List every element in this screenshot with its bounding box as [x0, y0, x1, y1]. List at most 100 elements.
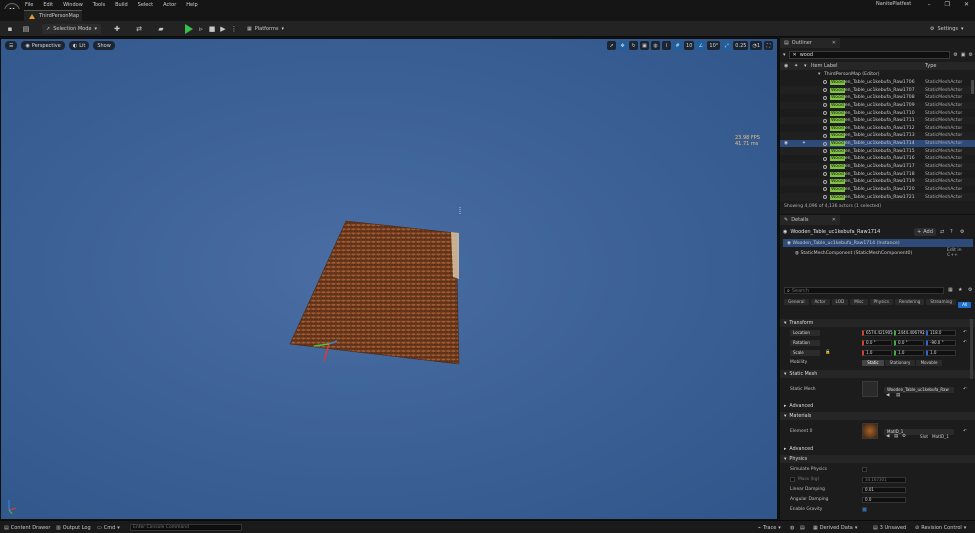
perspective-button[interactable]: ◉ Perspective	[21, 41, 65, 50]
section-transform[interactable]: ▾ Transform	[780, 319, 975, 327]
save-icon[interactable]: ▪	[6, 25, 14, 33]
outliner-row[interactable]: Wooden_Table_uc1kebufa_Raw1708 StaticMesh…	[780, 94, 975, 102]
close-tab-icon[interactable]: ✕	[832, 217, 836, 223]
rotation-x-input[interactable]: 0.0 °	[862, 339, 892, 346]
reset-icon[interactable]: ↶	[963, 387, 967, 392]
add-folder-icon[interactable]: ▣	[961, 52, 966, 58]
outliner-row[interactable]: Wooden_Table_uc1kebufa_Raw1709 StaticMesh…	[780, 101, 975, 110]
maximize-viewport-icon[interactable]: ⛶	[764, 41, 773, 50]
add-component-button[interactable]: + Add	[914, 228, 936, 236]
console-command-input[interactable]: Enter Console Command	[130, 524, 242, 531]
scale-z-input[interactable]: 1.0	[926, 349, 956, 356]
menu-edit[interactable]: Edit	[43, 2, 53, 8]
tab-details[interactable]: ✎ Details ✕	[780, 215, 840, 225]
cmd-dropdown[interactable]: ▭ Cmd ▾	[97, 523, 120, 532]
filter-actor[interactable]: Actor	[810, 299, 830, 305]
col-item-label[interactable]: Item Label	[811, 63, 837, 69]
options-icon[interactable]: ⚙	[960, 229, 964, 235]
scale-tool-icon[interactable]: ▣	[640, 41, 650, 50]
content-browser-icon[interactable]: ▤	[22, 25, 30, 33]
filter-physics[interactable]: Physics	[869, 299, 894, 305]
angle-snap-value[interactable]: 10°	[707, 41, 721, 50]
material-options-icon[interactable]: ⚙	[902, 434, 906, 439]
rotation-dropdown[interactable]: Rotation	[790, 339, 820, 346]
scale-snap-toggle[interactable]: ⤢	[722, 41, 732, 50]
star-icon[interactable]: ★	[958, 287, 962, 293]
static-mesh-dropdown[interactable]: Wooden_Table_uc1kebufa_Raw	[884, 386, 954, 393]
mass-override-checkbox[interactable]	[790, 477, 795, 482]
details-search-input[interactable]: ⌕ Search	[784, 287, 944, 294]
move-tool-icon[interactable]: ✥	[618, 41, 628, 50]
sort-icon[interactable]: ▾	[804, 63, 807, 69]
lit-button[interactable]: ◐ Lit	[68, 41, 90, 50]
gravity-checkbox[interactable]	[862, 507, 867, 512]
angular-damping-input[interactable]: 0.0	[862, 496, 906, 503]
table-grid[interactable]	[289, 220, 460, 365]
filter-lod[interactable]: LOD	[831, 299, 849, 305]
location-dropdown[interactable]: Location	[790, 329, 820, 336]
tab-outliner[interactable]: ▤ Outliner ✕	[780, 38, 840, 48]
menu-help[interactable]: Help	[186, 2, 197, 8]
outliner-row[interactable]: Wooden_Table_uc1kebufa_Raw1713 StaticMesh…	[780, 132, 975, 140]
visibility-col-icon[interactable]: ◉	[784, 63, 788, 69]
world-space-icon[interactable]: ◍	[651, 41, 661, 50]
location-x-input[interactable]: 6574.421905	[862, 329, 893, 336]
filter-rendering[interactable]: Rendering	[895, 299, 925, 305]
rotation-y-input[interactable]: 0.0 °	[894, 339, 924, 346]
level-viewport[interactable]: ☰ ◉ Perspective ◐ Lit Show ➚ ✥ ↻ ▣ ◍ ⌇ #…	[0, 38, 778, 520]
component-mesh-row[interactable]: ◍ StaticMeshComponent (StaticMeshCompone…	[783, 248, 973, 258]
cinematics-icon[interactable]: ▰	[157, 25, 165, 33]
folder-icon[interactable]: ▤	[896, 393, 900, 398]
filter-all[interactable]: All	[958, 302, 972, 308]
section-materials[interactable]: ▾ Materials	[780, 412, 975, 420]
close-tab-icon[interactable]: ✕	[832, 40, 836, 46]
angle-snap-toggle[interactable]: ∠	[696, 41, 706, 50]
help-icon[interactable]: ?	[950, 229, 953, 235]
section-advanced-materials[interactable]: ▸ Advanced	[780, 445, 975, 453]
outliner-scrollbar[interactable]	[971, 80, 974, 94]
browse-icon[interactable]: ◀	[886, 434, 889, 439]
grid-view-icon[interactable]: ▦	[948, 287, 953, 293]
scale-y-input[interactable]: 1.0	[894, 349, 924, 356]
filter-icon[interactable]: ▾	[783, 52, 786, 58]
step-icon[interactable]: ▹	[197, 25, 205, 33]
surface-snap-icon[interactable]: ⌇	[662, 41, 672, 50]
outliner-row[interactable]: Wooden_Table_uc1kebufa_Raw1715 StaticMesh…	[780, 147, 975, 156]
edit-in-cpp-link[interactable]: Edit in C++	[947, 248, 973, 258]
viewport-menu-button[interactable]: ☰	[5, 41, 18, 50]
location-z-input[interactable]: 118.0	[926, 329, 956, 336]
revision-control-button[interactable]: ⊘ Revision Control ▾	[915, 523, 966, 532]
outliner-row[interactable]: ◉ ✦ Wooden_Table_uc1kebufa_Raw1714 StaticMe…	[780, 139, 975, 148]
outliner-row[interactable]: Wooden_Table_uc1kebufa_Raw1707 StaticMesh…	[780, 86, 975, 94]
minimize-button[interactable]: –	[928, 1, 931, 8]
visibility-eye-icon[interactable]: ◉	[784, 141, 788, 146]
component-instance-row[interactable]: ◉ Wooden_Table_uc1kebufa_Raw1714 (Instan…	[783, 239, 973, 247]
log-stats-icon[interactable]: ▤	[800, 523, 805, 532]
pin-col-icon[interactable]: ✦	[794, 63, 798, 69]
section-static-mesh[interactable]: ▾ Static Mesh	[780, 370, 975, 378]
camera-speed-button[interactable]: ◔ 1	[750, 41, 762, 50]
maximize-button[interactable]: ❐	[945, 1, 950, 8]
grid-snap-value[interactable]: 10	[684, 41, 695, 50]
outliner-row[interactable]: Wooden_Table_uc1kebufa_Raw1719 StaticMesh…	[780, 177, 975, 186]
eject-icon[interactable]: ▶	[219, 25, 227, 33]
trace-dropdown[interactable]: ⌁ Trace ▾	[758, 523, 781, 532]
rotate-tool-icon[interactable]: ↻	[629, 41, 639, 50]
unsaved-button[interactable]: ▤ 3 Unsaved	[873, 523, 906, 532]
rotation-z-input[interactable]: -90.0 °	[926, 339, 956, 346]
simulate-checkbox[interactable]	[862, 467, 867, 472]
section-advanced[interactable]: ▸ Advanced	[780, 402, 975, 410]
selection-mode-dropdown[interactable]: ➚ Selection Mode ▾	[42, 24, 101, 34]
platforms-dropdown[interactable]: ▦ Platforms ▾	[247, 24, 284, 34]
blueprint-icon[interactable]: ⇄	[940, 229, 944, 235]
options-icon[interactable]: ⚙	[969, 52, 973, 58]
menu-tools[interactable]: Tools	[93, 2, 105, 8]
outliner-row[interactable]: Wooden_Table_uc1kebufa_Raw1717 StaticMesh…	[780, 162, 975, 171]
close-button[interactable]: ✕	[964, 1, 969, 8]
outliner-row[interactable]: Wooden_Table_uc1kebufa_Raw1710 StaticMesh…	[780, 109, 975, 117]
outliner-row[interactable]: Wooden_Table_uc1kebufa_Raw1711 StaticMesh…	[780, 116, 975, 125]
blueprint-icon[interactable]: ⇄	[135, 25, 143, 33]
menu-file[interactable]: File	[25, 2, 33, 8]
pin-icon[interactable]: ✦	[802, 141, 806, 146]
menu-select[interactable]: Select	[138, 2, 153, 8]
